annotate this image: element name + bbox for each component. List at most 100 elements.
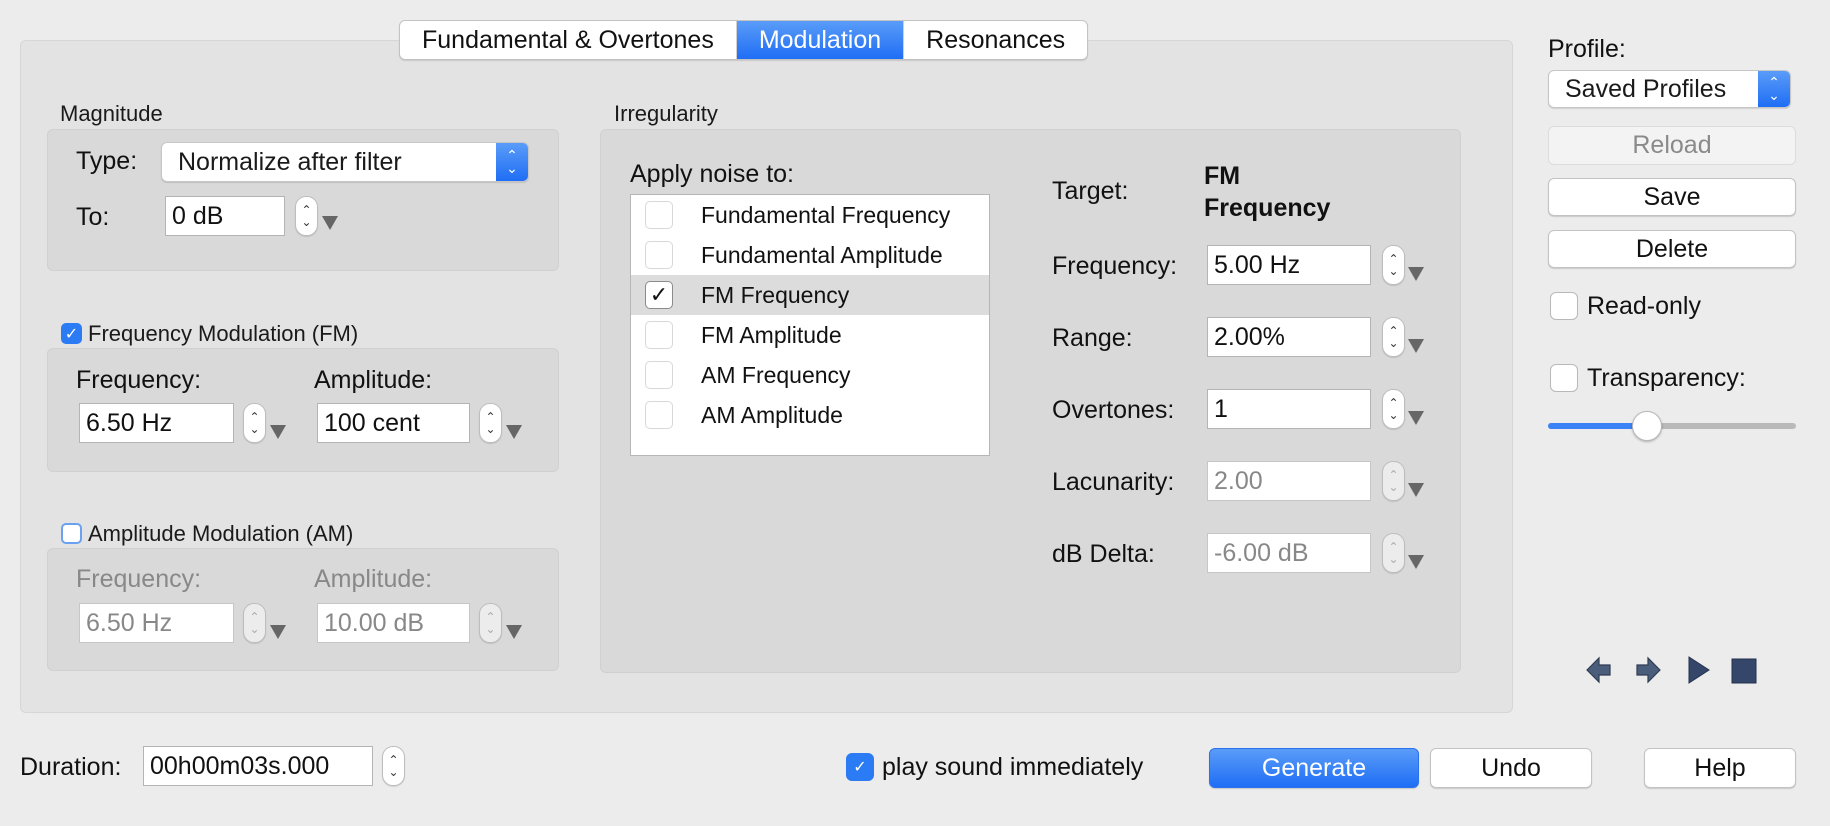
noise-target-list[interactable]: Fundamental Frequency Fundamental Amplitu… bbox=[630, 194, 990, 456]
am-amplitude-field[interactable]: 10.00 dB bbox=[317, 603, 470, 643]
irregularity-lacunarity-field[interactable]: 2.00 bbox=[1207, 461, 1371, 501]
noise-target-checkbox[interactable] bbox=[645, 241, 673, 269]
tab-fundamental-overtones[interactable]: Fundamental & Overtones bbox=[400, 21, 737, 59]
checkmark-icon: ✓ bbox=[649, 282, 669, 307]
play-immediately-label: play sound immediately bbox=[882, 753, 1144, 781]
help-button[interactable]: Help bbox=[1644, 748, 1796, 788]
tab-modulation[interactable]: Modulation bbox=[736, 21, 905, 59]
stop-icon[interactable] bbox=[1729, 656, 1759, 686]
irregularity-group-label: Irregularity bbox=[614, 101, 718, 126]
am-amplitude-stepper[interactable]: ⌃ ⌄ bbox=[479, 603, 502, 643]
fm-amplitude-menu-triangle-icon[interactable] bbox=[506, 425, 522, 439]
irregularity-range-stepper[interactable]: ⌃ ⌄ bbox=[1382, 317, 1405, 357]
to-field[interactable]: 0 dB bbox=[165, 196, 285, 236]
fm-frequency-menu-triangle-icon[interactable] bbox=[270, 425, 286, 439]
fm-amplitude-stepper[interactable]: ⌃ ⌄ bbox=[479, 403, 502, 443]
noise-target-checkbox[interactable] bbox=[645, 401, 673, 429]
fm-amplitude-field[interactable]: 100 cent bbox=[317, 403, 470, 443]
irregularity-overtones-stepper[interactable]: ⌃ ⌄ bbox=[1382, 389, 1405, 429]
noise-target-row[interactable]: AM Frequency bbox=[631, 355, 989, 395]
type-label: Type: bbox=[76, 147, 138, 175]
noise-target-checkbox[interactable]: ✓ bbox=[645, 281, 673, 309]
noise-target-row[interactable]: Fundamental Amplitude bbox=[631, 235, 989, 275]
checkmark-icon: ✓ bbox=[64, 325, 79, 343]
duration-label: Duration: bbox=[20, 753, 122, 781]
noise-target-row[interactable]: AM Amplitude bbox=[631, 395, 989, 435]
target-label: Target: bbox=[1052, 177, 1129, 205]
duration-stepper[interactable]: ⌃ ⌄ bbox=[382, 746, 405, 786]
irregularity-dbdelta-stepper[interactable]: ⌃ ⌄ bbox=[1382, 533, 1405, 573]
irregularity-lacunarity-menu-triangle-icon[interactable] bbox=[1408, 483, 1424, 497]
profile-label: Profile: bbox=[1548, 35, 1626, 63]
irregularity-dbdelta-menu-triangle-icon[interactable] bbox=[1408, 555, 1424, 569]
noise-target-row[interactable]: ✓ FM Frequency bbox=[631, 275, 989, 315]
select-arrows-icon: ⌃ ⌄ bbox=[496, 143, 528, 181]
delete-button[interactable]: Delete bbox=[1548, 230, 1796, 268]
transparency-slider[interactable] bbox=[1548, 411, 1796, 441]
am-frequency-field[interactable]: 6.50 Hz bbox=[79, 603, 234, 643]
fm-frequency-label: Frequency: bbox=[76, 366, 202, 394]
fm-checkbox[interactable]: ✓ bbox=[61, 323, 82, 344]
am-checkbox-label: Amplitude Modulation (AM) bbox=[88, 521, 354, 546]
noise-target-label: AM Amplitude bbox=[701, 401, 843, 428]
irregularity-lacunarity-stepper[interactable]: ⌃ ⌄ bbox=[1382, 461, 1405, 501]
irregularity-dbdelta-label: dB Delta: bbox=[1052, 540, 1155, 568]
reload-button[interactable]: Reload bbox=[1548, 126, 1796, 165]
am-checkbox[interactable] bbox=[61, 523, 82, 544]
play-icon[interactable] bbox=[1683, 655, 1713, 685]
irregularity-overtones-label: Overtones: bbox=[1052, 396, 1175, 424]
to-label: To: bbox=[76, 203, 110, 231]
duration-field[interactable]: 00h00m03s.000 bbox=[143, 746, 373, 786]
noise-target-label: FM Amplitude bbox=[701, 321, 842, 348]
readonly-checkbox[interactable] bbox=[1550, 292, 1578, 320]
noise-target-label: AM Frequency bbox=[701, 361, 851, 388]
type-select-value: Normalize after filter bbox=[178, 147, 402, 176]
am-amplitude-menu-triangle-icon[interactable] bbox=[506, 625, 522, 639]
irregularity-frequency-label: Frequency: bbox=[1052, 252, 1178, 280]
irregularity-frequency-field[interactable]: 5.00 Hz bbox=[1207, 245, 1371, 285]
am-frequency-stepper[interactable]: ⌃ ⌄ bbox=[243, 603, 266, 643]
profile-select[interactable]: Saved Profiles ⌃ ⌄ bbox=[1548, 70, 1791, 108]
transparency-label: Transparency: bbox=[1587, 364, 1746, 392]
noise-target-label: Fundamental Frequency bbox=[701, 201, 951, 228]
to-menu-triangle-icon[interactable] bbox=[322, 216, 338, 230]
irregularity-frequency-stepper[interactable]: ⌃ ⌄ bbox=[1382, 245, 1405, 285]
noise-target-label: FM Frequency bbox=[701, 281, 850, 308]
profile-select-value: Saved Profiles bbox=[1565, 74, 1727, 103]
magnitude-group-label: Magnitude bbox=[60, 101, 163, 126]
irregularity-frequency-menu-triangle-icon[interactable] bbox=[1408, 267, 1424, 281]
target-value-line2: Frequency bbox=[1204, 194, 1331, 222]
irregularity-lacunarity-label: Lacunarity: bbox=[1052, 468, 1175, 496]
tab-resonances[interactable]: Resonances bbox=[904, 21, 1087, 59]
slider-thumb[interactable] bbox=[1632, 411, 1663, 441]
save-button[interactable]: Save bbox=[1548, 178, 1796, 216]
transparency-checkbox[interactable] bbox=[1550, 364, 1578, 392]
generate-button[interactable]: Generate bbox=[1209, 748, 1419, 788]
noise-target-checkbox[interactable] bbox=[645, 361, 673, 389]
irregularity-overtones-field[interactable]: 1 bbox=[1207, 389, 1371, 429]
tab-bar: Fundamental & Overtones Modulation Reson… bbox=[399, 20, 1089, 60]
to-stepper[interactable]: ⌃ ⌄ bbox=[295, 196, 318, 236]
readonly-label: Read-only bbox=[1587, 292, 1701, 320]
play-immediately-checkbox[interactable]: ✓ bbox=[846, 753, 874, 781]
noise-target-checkbox[interactable] bbox=[645, 321, 673, 349]
fm-amplitude-label: Amplitude: bbox=[314, 366, 433, 394]
irregularity-range-menu-triangle-icon[interactable] bbox=[1408, 339, 1424, 353]
fm-frequency-field[interactable]: 6.50 Hz bbox=[79, 403, 234, 443]
arrow-left-icon[interactable] bbox=[1585, 655, 1615, 685]
noise-target-row[interactable]: Fundamental Frequency bbox=[631, 195, 989, 235]
fm-frequency-stepper[interactable]: ⌃ ⌄ bbox=[243, 403, 266, 443]
irregularity-range-label: Range: bbox=[1052, 324, 1133, 352]
am-frequency-label: Frequency: bbox=[76, 565, 202, 593]
noise-target-row[interactable]: FM Amplitude bbox=[631, 315, 989, 355]
undo-button[interactable]: Undo bbox=[1430, 748, 1592, 788]
arrow-right-icon[interactable] bbox=[1632, 655, 1662, 685]
irregularity-range-field[interactable]: 2.00% bbox=[1207, 317, 1371, 357]
irregularity-overtones-menu-triangle-icon[interactable] bbox=[1408, 411, 1424, 425]
fm-checkbox-label: Frequency Modulation (FM) bbox=[88, 321, 359, 346]
target-value: FM Frequency bbox=[1204, 160, 1330, 224]
type-select[interactable]: Normalize after filter ⌃ ⌄ bbox=[161, 142, 529, 182]
noise-target-checkbox[interactable] bbox=[645, 201, 673, 229]
am-frequency-menu-triangle-icon[interactable] bbox=[270, 625, 286, 639]
irregularity-dbdelta-field[interactable]: -6.00 dB bbox=[1207, 533, 1371, 573]
